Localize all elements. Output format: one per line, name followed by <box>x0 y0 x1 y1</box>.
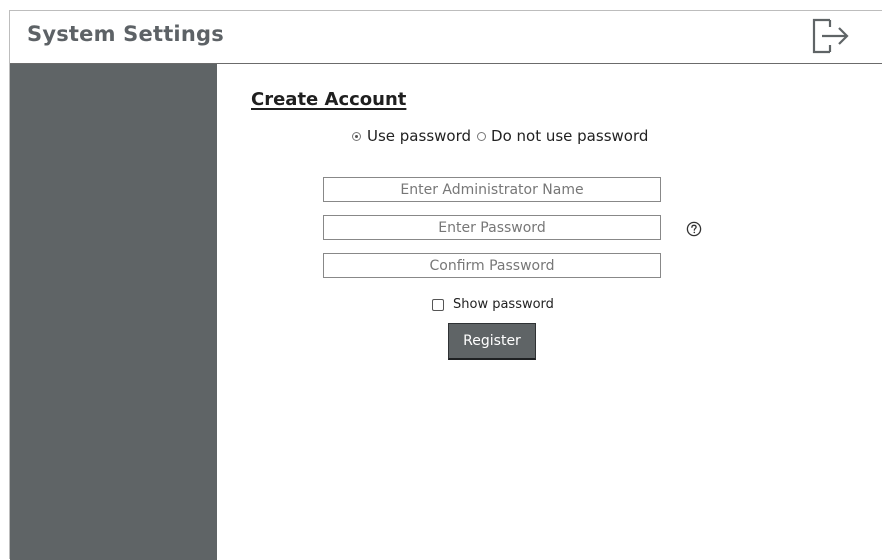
confirm-password-input[interactable] <box>323 253 661 278</box>
use-password-label: Use password <box>367 127 472 145</box>
main-content: Create Account Use password Do not use p… <box>217 64 882 560</box>
app-window: System Settings Create Account Use passw… <box>9 10 882 560</box>
no-password-radio[interactable] <box>477 131 487 141</box>
show-password-label: Show password <box>453 297 554 312</box>
show-password-row: Show password <box>432 297 554 312</box>
header-bar: System Settings <box>10 11 882 64</box>
create-account-heading: Create Account <box>251 89 407 110</box>
help-icon[interactable] <box>686 221 702 237</box>
register-button[interactable]: Register <box>448 323 536 360</box>
password-mode-group: Use password Do not use password <box>352 127 648 145</box>
sidebar <box>10 64 217 560</box>
logout-button[interactable] <box>810 16 852 56</box>
use-password-radio[interactable] <box>352 131 361 141</box>
administrator-name-input[interactable] <box>323 177 661 202</box>
logout-icon <box>812 18 849 54</box>
password-input[interactable] <box>323 215 661 240</box>
app-title: System Settings <box>27 22 224 46</box>
no-password-label: Do not use password <box>491 127 649 145</box>
show-password-checkbox[interactable] <box>432 298 444 311</box>
